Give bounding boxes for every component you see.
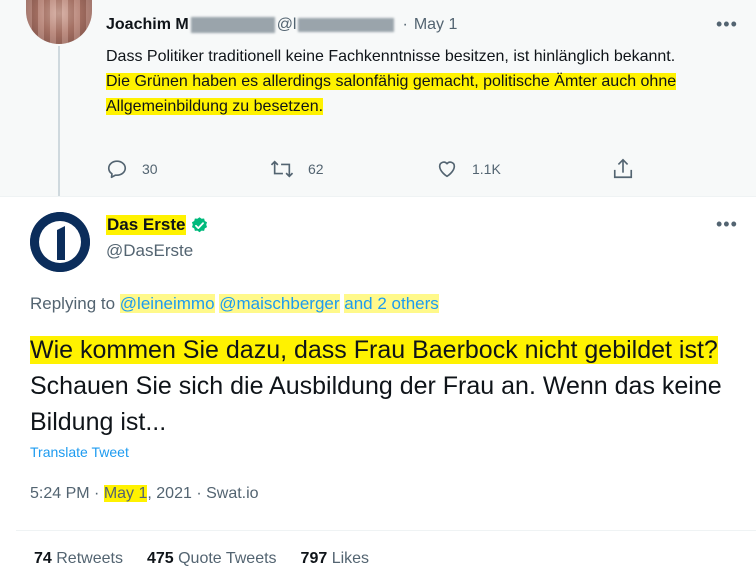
retweet-icon xyxy=(270,160,294,178)
retweets-count: 74 xyxy=(34,550,52,567)
tweet-time[interactable]: 5:24 PM xyxy=(30,485,90,502)
parent-header: Joachim M @l · May 1 xyxy=(106,14,457,36)
quote-tweets-stat[interactable]: 475 Quote Tweets xyxy=(147,550,277,568)
replying-prefix: Replying to xyxy=(30,294,116,313)
das-erste-logo-icon xyxy=(30,212,90,272)
likes-label: Likes xyxy=(331,550,370,567)
verified-badge-icon xyxy=(192,216,208,232)
tweet-text-highlight: Wie kommen Sie dazu, dass Frau Baerbock … xyxy=(30,336,718,364)
share-button[interactable] xyxy=(612,156,634,182)
translate-tweet-link[interactable]: Translate Tweet xyxy=(30,444,129,460)
author-row: Das Erste xyxy=(106,215,209,235)
retweets-label: Retweets xyxy=(56,550,123,567)
parent-author-name[interactable]: Joachim M xyxy=(106,16,189,34)
das-erste-avatar[interactable] xyxy=(30,212,90,272)
tweet-meta: 5:24 PM · May 1, 2021 · Swat.io xyxy=(30,485,259,503)
separator-dot: · xyxy=(402,16,408,33)
heart-icon xyxy=(438,161,456,178)
author-handle[interactable]: @DasErste xyxy=(106,241,193,261)
tweet-source[interactable]: Swat.io xyxy=(206,485,258,502)
meta-separator: · xyxy=(191,485,207,502)
avatar-blur xyxy=(26,0,92,44)
divider xyxy=(16,530,756,531)
retweets-stat[interactable]: 74 Retweets xyxy=(34,550,123,568)
parent-avatar[interactable] xyxy=(26,0,92,44)
tweet-year[interactable]: , 2021 xyxy=(147,485,191,502)
tweet-stats: 74 Retweets 475 Quote Tweets 797 Likes xyxy=(34,550,393,568)
retweet-button[interactable]: 62 xyxy=(270,156,324,182)
share-icon xyxy=(613,158,633,179)
reply-count: 30 xyxy=(142,161,158,177)
likes-count: 797 xyxy=(300,550,328,567)
tweet-date[interactable]: May 1 xyxy=(103,485,148,502)
parent-text-line: Dass Politiker traditionell keine Fachke… xyxy=(106,48,676,65)
likes-stat[interactable]: 797 Likes xyxy=(301,550,370,568)
parent-date[interactable]: May 1 xyxy=(414,16,458,34)
mention-link[interactable]: @maischberger xyxy=(219,294,340,313)
quotes-count: 475 xyxy=(146,550,174,567)
redaction-bar xyxy=(298,18,395,32)
redaction-bar xyxy=(190,17,275,33)
quotes-label: Quote Tweets xyxy=(178,550,277,567)
author-name[interactable]: Das Erste xyxy=(106,215,187,235)
thread-line xyxy=(58,46,60,196)
replying-to: Replying to @leineimmo @maischberger and… xyxy=(30,294,439,314)
mention-link[interactable]: @leineimmo xyxy=(119,294,215,313)
parent-handle[interactable]: @l xyxy=(277,16,297,34)
tweet-text-rest: Schauen Sie sich die Ausbildung der Frau… xyxy=(30,372,722,436)
others-link[interactable]: and 2 others xyxy=(344,294,439,313)
reply-button[interactable]: 30 xyxy=(106,156,158,182)
more-options-icon[interactable]: ••• xyxy=(716,214,738,235)
reply-icon xyxy=(107,160,127,179)
like-button[interactable]: 1.1K xyxy=(436,156,501,182)
meta-separator: · xyxy=(89,485,104,502)
parent-text-highlight: Die Grünen haben es allerdings salonfähi… xyxy=(106,73,677,115)
more-options-icon[interactable]: ••• xyxy=(716,14,738,35)
parent-tweet-text: Dass Politiker traditionell keine Fachke… xyxy=(106,44,746,119)
retweet-count: 62 xyxy=(308,161,324,177)
tweet-text: Wie kommen Sie dazu, dass Frau Baerbock … xyxy=(30,332,740,440)
parent-tweet[interactable]: Joachim M @l · May 1 ••• Dass Politiker … xyxy=(0,0,756,197)
like-count: 1.1K xyxy=(472,161,501,177)
